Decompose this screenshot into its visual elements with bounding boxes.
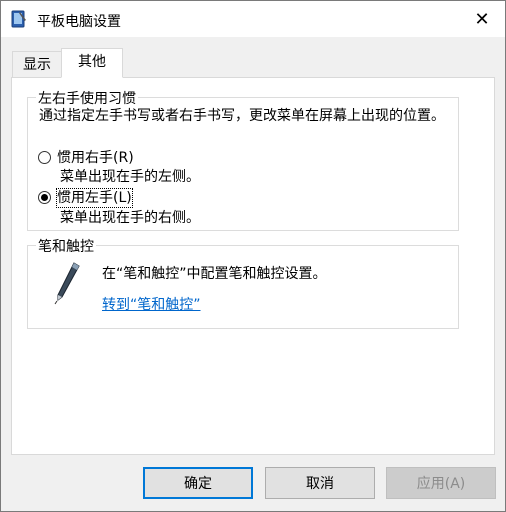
go-to-pen-touch-link[interactable]: 转到“笔和触控” <box>102 294 201 314</box>
left-handed-radio[interactable] <box>38 191 51 204</box>
right-handed-option[interactable]: 惯用右手(R) <box>38 149 134 167</box>
handedness-description: 通过指定左手书写或者右手书写，更改菜单在屏幕上出现的位置。 <box>39 108 445 124</box>
right-handed-description: 菜单出现在手的左侧。 <box>60 169 200 185</box>
handedness-group-label: 左右手使用习惯 <box>36 88 138 108</box>
pen-touch-group: 笔和触控 <box>27 236 459 329</box>
title-bar: 平板电脑设置 ✕ <box>1 1 505 37</box>
left-handed-description: 菜单出现在手的右侧。 <box>60 210 200 226</box>
right-handed-label[interactable]: 惯用右手(R) <box>57 149 134 167</box>
tab-other[interactable]: 其他 <box>61 48 123 78</box>
left-handed-option[interactable]: 惯用左手(L) <box>38 188 133 208</box>
pen-touch-group-label: 笔和触控 <box>36 236 96 256</box>
tab-display[interactable]: 显示 <box>12 51 62 77</box>
pen-icon <box>54 262 80 305</box>
ok-button[interactable]: 确定 <box>143 467 253 499</box>
pen-touch-description: 在“笔和触控”中配置笔和触控设置。 <box>102 266 327 282</box>
apply-button[interactable]: 应用(A) <box>386 467 496 499</box>
tablet-pc-icon <box>11 10 26 28</box>
right-handed-radio[interactable] <box>38 151 51 164</box>
close-icon: ✕ <box>474 8 490 30</box>
window-title: 平板电脑设置 <box>37 14 121 30</box>
tab-panel-other: 左右手使用习惯 通过指定左手书写或者右手书写，更改菜单在屏幕上出现的位置。 惯用… <box>11 77 495 455</box>
close-button[interactable]: ✕ <box>459 1 505 37</box>
cancel-button[interactable]: 取消 <box>265 467 375 499</box>
tablet-pc-settings-dialog: 平板电脑设置 ✕ 显示 其他 左右手使用习惯 通过指定左手书写或者右手书写，更改… <box>0 0 506 512</box>
left-handed-label[interactable]: 惯用左手(L) <box>56 188 133 208</box>
